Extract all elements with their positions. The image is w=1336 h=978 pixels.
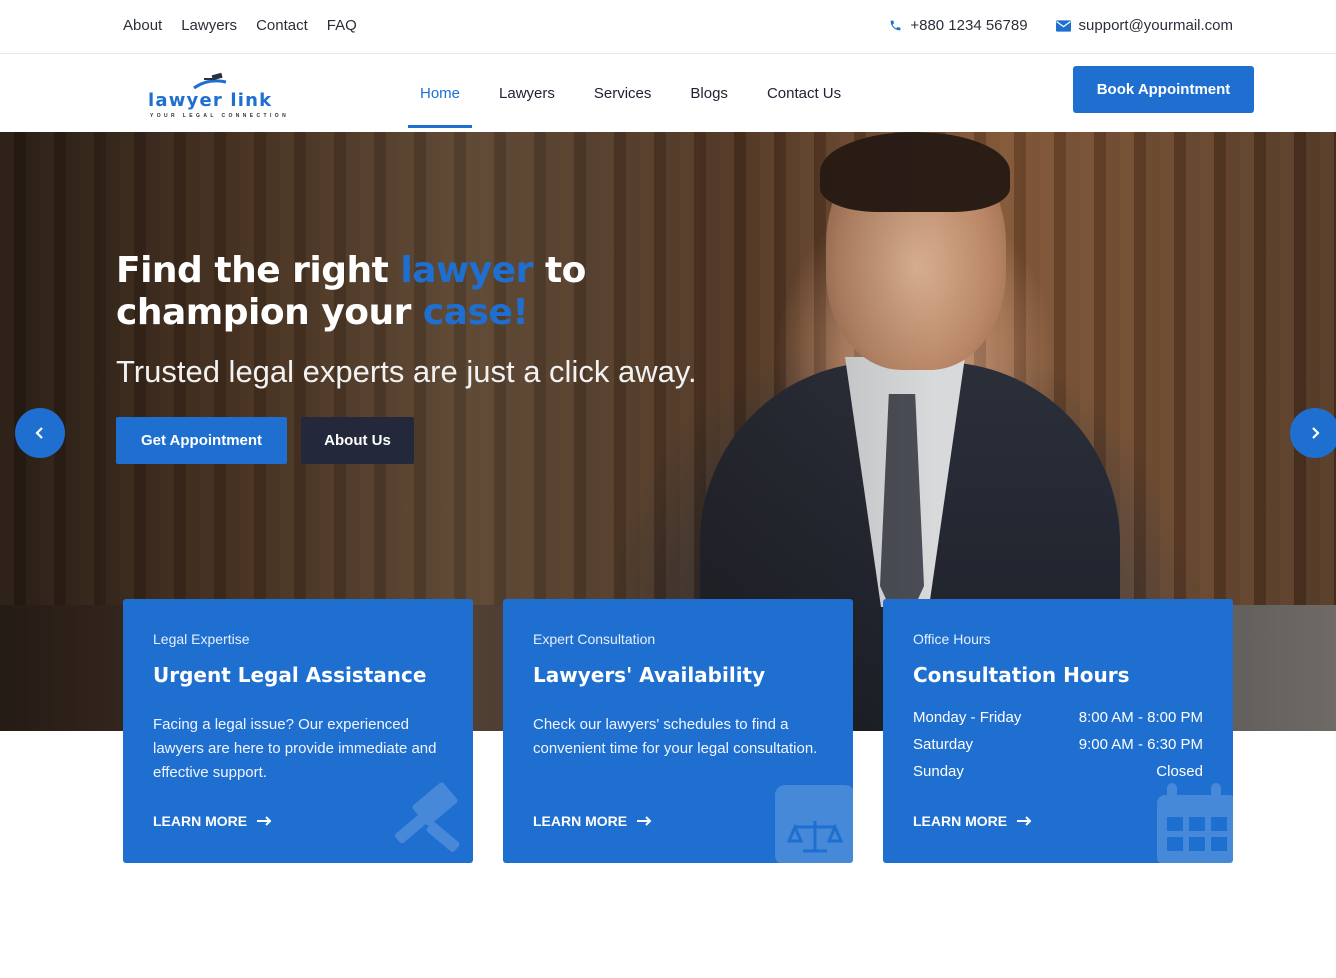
card-consultation-hours: Office Hours Consultation Hours Monday -… xyxy=(883,599,1233,863)
hours-time: 9:00 AM - 6:30 PM xyxy=(1078,736,1203,753)
card-urgent-legal-assistance: Legal Expertise Urgent Legal Assistance … xyxy=(123,599,473,863)
learn-more-link[interactable]: LEARN MORE xyxy=(153,813,272,829)
card-title: Urgent Legal Assistance xyxy=(153,663,427,687)
email-info[interactable]: support@yourmail.com xyxy=(1055,17,1233,34)
card-title: Lawyers' Availability xyxy=(533,663,766,687)
hours-day: Sunday xyxy=(913,763,964,780)
card-text: Check our lawyers' schedules to find a c… xyxy=(533,716,818,757)
hours-row: Sunday Closed xyxy=(913,763,1203,790)
learn-more-label: LEARN MORE xyxy=(153,813,248,829)
card-text: Facing a legal issue? Our experienced la… xyxy=(153,716,437,781)
main-nav: Home Lawyers Services Blogs Contact Us xyxy=(408,54,868,132)
email-address: support@yourmail.com xyxy=(1078,17,1233,34)
hours-time: 8:00 AM - 8:00 PM xyxy=(1078,709,1203,726)
top-link-contact[interactable]: Contact xyxy=(256,17,308,34)
hours-day: Monday - Friday xyxy=(913,709,1022,726)
hero-subtitle: Trusted legal experts are just a click a… xyxy=(116,354,697,389)
arrow-right-icon xyxy=(1017,816,1032,826)
learn-more-link[interactable]: LEARN MORE xyxy=(533,813,652,829)
slider-next-button[interactable] xyxy=(1290,408,1336,458)
card-title: Consultation Hours xyxy=(913,663,1130,687)
calendar-icon xyxy=(1157,783,1233,863)
nav-blogs[interactable]: Blogs xyxy=(678,54,740,132)
learn-more-label: LEARN MORE xyxy=(913,813,1008,829)
hero-title-part: to xyxy=(532,250,586,291)
phone-icon xyxy=(889,19,902,32)
learn-more-label: LEARN MORE xyxy=(533,813,628,829)
learn-more-link[interactable]: LEARN MORE xyxy=(913,813,1032,829)
logo-text: lawyer link xyxy=(148,90,273,111)
gavel-icon xyxy=(395,782,460,852)
law-book-icon xyxy=(775,785,853,863)
hours-row: Monday - Friday 8:00 AM - 8:00 PM xyxy=(913,709,1203,736)
card-lawyers-availability: Expert Consultation Lawyers' Availabilit… xyxy=(503,599,853,863)
hours-day: Saturday xyxy=(913,736,974,753)
hours-time: Closed xyxy=(1156,763,1203,780)
nav-lawyers[interactable]: Lawyers xyxy=(487,54,567,132)
top-link-lawyers[interactable]: Lawyers xyxy=(181,17,237,34)
top-link-faq[interactable]: FAQ xyxy=(327,17,357,34)
top-bar: About Lawyers Contact FAQ +880 1234 5678… xyxy=(0,0,1336,54)
card-eyebrow: Office Hours xyxy=(913,631,991,647)
nav-contact-us[interactable]: Contact Us xyxy=(755,54,853,132)
hero-title-highlight: lawyer xyxy=(400,250,533,291)
get-appointment-button[interactable]: Get Appointment xyxy=(116,417,287,464)
nav-services[interactable]: Services xyxy=(582,54,664,132)
chevron-left-icon xyxy=(35,427,43,439)
envelope-icon xyxy=(1055,19,1071,32)
top-links: About Lawyers Contact FAQ xyxy=(123,17,357,34)
gavel-logo-icon xyxy=(193,72,227,90)
arrow-right-icon xyxy=(257,816,272,826)
hero-title: Find the right lawyer to champion your c… xyxy=(116,250,586,334)
chevron-right-icon xyxy=(1312,427,1320,439)
phone-number: +880 1234 56789 xyxy=(910,17,1028,34)
top-link-about[interactable]: About xyxy=(123,17,162,34)
about-us-button[interactable]: About Us xyxy=(301,417,414,464)
book-appointment-button[interactable]: Book Appointment xyxy=(1073,66,1254,113)
hero-title-part: Find the right xyxy=(116,250,401,291)
arrow-right-icon xyxy=(637,816,652,826)
logo-tagline: YOUR LEGAL CONNECTION xyxy=(150,113,290,119)
hero-title-highlight: case! xyxy=(422,292,529,333)
logo[interactable]: lawyer link YOUR LEGAL CONNECTION xyxy=(148,72,290,119)
card-eyebrow: Expert Consultation xyxy=(533,631,656,647)
top-contact-info: +880 1234 56789 support@yourmail.com xyxy=(889,17,1233,34)
hero-title-part: champion your xyxy=(116,292,423,333)
hours-row: Saturday 9:00 AM - 6:30 PM xyxy=(913,736,1203,763)
nav-home[interactable]: Home xyxy=(408,54,473,132)
hours-table: Monday - Friday 8:00 AM - 8:00 PM Saturd… xyxy=(913,709,1203,790)
slider-prev-button[interactable] xyxy=(15,408,65,458)
main-header: lawyer link YOUR LEGAL CONNECTION Home L… xyxy=(0,54,1336,132)
phone-info[interactable]: +880 1234 56789 xyxy=(889,17,1028,34)
card-eyebrow: Legal Expertise xyxy=(153,631,250,647)
